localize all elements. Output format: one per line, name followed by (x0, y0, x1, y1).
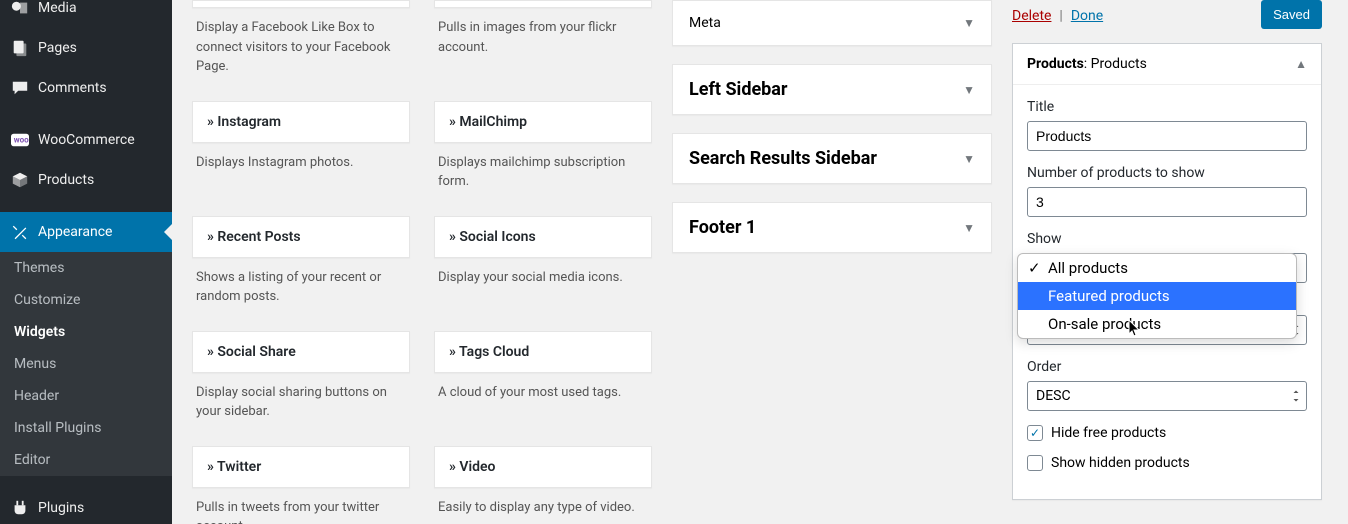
show-option-featured[interactable]: Featured products (1018, 282, 1296, 310)
chevron-down-icon: ▼ (963, 16, 975, 30)
widget-instagram[interactable]: » Instagram (192, 101, 410, 143)
show-dropdown-menu: All products Featured products On-sale p… (1017, 253, 1297, 339)
panel-body: Title Number of products to show Show Al… (1013, 85, 1321, 499)
svg-text:woo: woo (14, 135, 29, 145)
num-label: Number of products to show (1027, 165, 1307, 181)
pages-icon (10, 38, 30, 58)
panel-header[interactable]: Products: Products ▲ (1013, 44, 1321, 85)
separator: | (1055, 8, 1066, 24)
sidebar-item-products[interactable]: Products (0, 160, 172, 200)
sidebar-sub-install-plugins[interactable]: Install Plugins (0, 412, 172, 444)
area-label: Footer 1 (689, 217, 756, 238)
delete-link[interactable]: Delete (1012, 8, 1051, 24)
chevron-down-icon: ▼ (963, 83, 975, 97)
widget-desc: Display your social media icons. (434, 258, 652, 294)
sidebar-sub-editor[interactable]: Editor (0, 444, 172, 476)
widget-desc: Pulls in tweets from your twitter accoun… (192, 488, 410, 524)
sidebar-sub-header[interactable]: Header (0, 380, 172, 412)
actions-row: Delete | Done Saved (1012, 0, 1322, 29)
show-option-all[interactable]: All products (1018, 254, 1296, 282)
area-footer-1[interactable]: Footer 1 ▼ (672, 202, 992, 253)
sidebar-item-pages[interactable]: Pages (0, 28, 172, 68)
sidebar-sub-menus[interactable]: Menus (0, 348, 172, 380)
hide-free-label: Hide free products (1051, 425, 1166, 441)
show-select[interactable]: All products ▲▼ All products Featured pr… (1027, 253, 1307, 283)
chevron-down-icon: ▼ (963, 221, 975, 235)
area-left-sidebar[interactable]: Left Sidebar ▼ (672, 64, 992, 115)
sidebar-item-comments[interactable]: Comments (0, 68, 172, 108)
show-hidden-checkbox[interactable] (1027, 455, 1043, 471)
area-label: Left Sidebar (689, 79, 788, 100)
widget-desc: Display a Facebook Like Box to connect v… (192, 8, 410, 83)
chevron-up-icon: ▲ (1295, 57, 1307, 71)
widget-facebook-like[interactable] (192, 0, 410, 8)
media-icon (10, 0, 30, 18)
sidebar-label: Plugins (38, 500, 84, 516)
sidebar-areas: Meta ▼ Left Sidebar ▼ Search Results Sid… (672, 0, 992, 524)
widget-desc: Shows a listing of your recent or random… (192, 258, 410, 313)
chevron-down-icon: ▼ (963, 152, 975, 166)
woocommerce-icon: woo (10, 130, 30, 150)
show-hidden-label: Show hidden products (1051, 455, 1190, 471)
main-content: Display a Facebook Like Box to connect v… (172, 0, 1348, 524)
sidebar-item-appearance[interactable]: Appearance (0, 212, 172, 252)
sidebar-item-media[interactable]: Media (0, 0, 172, 28)
show-option-on-sale[interactable]: On-sale products (1018, 310, 1296, 338)
admin-sidebar: Media Pages Comments woo WooCommerce Pro… (0, 0, 172, 524)
products-widget-panel: Products: Products ▲ Title Number of pro… (1012, 43, 1322, 500)
order-label: Order (1027, 359, 1307, 375)
hide-free-row[interactable]: Hide free products (1027, 425, 1307, 441)
sidebar-label: Comments (38, 80, 107, 96)
num-products-input[interactable] (1027, 187, 1307, 217)
widget-settings: Delete | Done Saved Products: Products ▲… (1012, 0, 1322, 524)
widget-video[interactable]: » Video (434, 446, 652, 488)
show-hidden-row[interactable]: Show hidden products (1027, 455, 1307, 471)
title-label: Title (1027, 99, 1307, 115)
widget-tags-cloud[interactable]: » Tags Cloud (434, 331, 652, 373)
appearance-icon (10, 222, 30, 242)
widget-flickr[interactable] (434, 0, 652, 8)
widget-twitter[interactable]: » Twitter (192, 446, 410, 488)
title-input[interactable] (1027, 121, 1307, 151)
sidebar-label: WooCommerce (38, 132, 135, 148)
area-label: Search Results Sidebar (689, 148, 877, 169)
widget-desc: Display social sharing buttons on your s… (192, 373, 410, 428)
plugins-icon (10, 498, 30, 518)
sidebar-label: Products (38, 172, 94, 188)
widget-desc: Easily to display any type of video. (434, 488, 652, 524)
widget-mailchimp[interactable]: » MailChimp (434, 101, 652, 143)
widget-desc: Displays Instagram photos. (192, 143, 410, 179)
widget-social-share[interactable]: » Social Share (192, 331, 410, 373)
hide-free-checkbox[interactable] (1027, 425, 1043, 441)
area-search-results-sidebar[interactable]: Search Results Sidebar ▼ (672, 133, 992, 184)
products-icon (10, 170, 30, 190)
widget-desc: Displays mailchimp subscription form. (434, 143, 652, 198)
widget-recent-posts[interactable]: » Recent Posts (192, 216, 410, 258)
sidebar-sub-themes[interactable]: Themes (0, 252, 172, 284)
area-meta[interactable]: Meta ▼ (672, 0, 992, 46)
available-widgets: Display a Facebook Like Box to connect v… (192, 0, 652, 524)
sidebar-sub-widgets[interactable]: Widgets (0, 316, 172, 348)
sidebar-label: Pages (38, 40, 77, 56)
area-label: Meta (689, 15, 721, 31)
done-link[interactable]: Done (1071, 8, 1103, 24)
order-select[interactable]: DESC (1027, 381, 1307, 411)
sidebar-label: Appearance (38, 224, 112, 240)
comments-icon (10, 78, 30, 98)
widget-social-icons[interactable]: » Social Icons (434, 216, 652, 258)
saved-button[interactable]: Saved (1261, 0, 1322, 29)
sidebar-item-plugins[interactable]: Plugins (0, 488, 172, 524)
sidebar-item-woocommerce[interactable]: woo WooCommerce (0, 120, 172, 160)
widget-desc: A cloud of your most used tags. (434, 373, 652, 409)
sidebar-sub-customize[interactable]: Customize (0, 284, 172, 316)
sidebar-label: Media (38, 0, 77, 16)
show-label: Show (1027, 231, 1307, 247)
widget-desc: Pulls in images from your flickr account… (434, 8, 652, 63)
